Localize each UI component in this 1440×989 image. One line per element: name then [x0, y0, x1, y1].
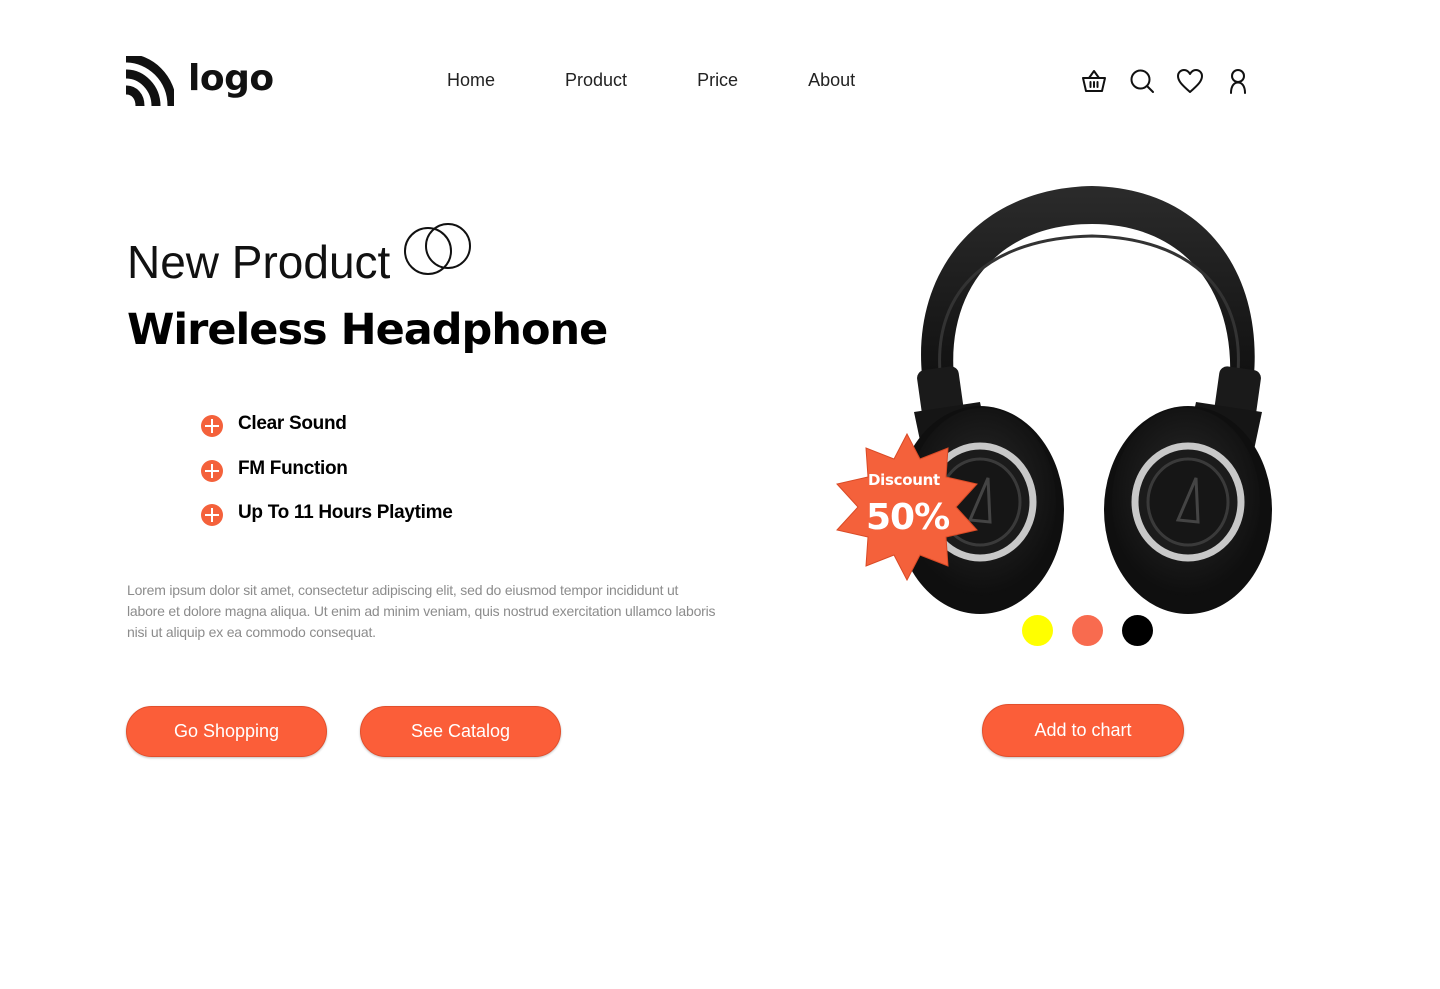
feature-text: Up To 11 Hours Playtime	[238, 502, 453, 524]
color-swatch-black[interactable]	[1122, 615, 1153, 646]
color-swatches	[1022, 615, 1153, 646]
logo-mark-icon	[125, 56, 174, 106]
feature-text: Clear Sound	[238, 413, 347, 435]
plus-icon	[201, 459, 223, 482]
nav-home[interactable]: Home	[447, 68, 495, 92]
plus-icon	[201, 504, 223, 527]
hero-subtitle: New Product	[127, 236, 391, 288]
discount-value: 50%	[866, 497, 950, 538]
hero-title: Wireless Headphone	[127, 305, 608, 355]
see-catalog-button[interactable]: See Catalog	[360, 706, 561, 757]
rings-icon	[404, 223, 472, 275]
feature-list: Clear Sound FM Function Up To 11 Hours P…	[201, 402, 453, 536]
feature-text: FM Function	[238, 457, 348, 479]
heart-icon[interactable]	[1176, 66, 1204, 96]
go-shopping-button[interactable]: Go Shopping	[126, 706, 327, 757]
logo-text: logo	[188, 58, 274, 99]
product-description: Lorem ipsum dolor sit amet, consectetur …	[127, 582, 716, 640]
color-swatch-yellow[interactable]	[1022, 615, 1053, 646]
logo[interactable]: logo	[124, 56, 274, 106]
hero-subtitle-row: New Product	[127, 223, 474, 288]
header-actions	[1080, 66, 1252, 96]
basket-icon[interactable]	[1080, 66, 1108, 96]
plus-icon	[201, 415, 223, 438]
main-nav: Home Product Price About	[447, 68, 855, 92]
nav-product[interactable]: Product	[565, 68, 627, 92]
feature-item: Up To 11 Hours Playtime	[201, 491, 453, 536]
feature-item: Clear Sound	[201, 402, 452, 447]
search-icon[interactable]	[1128, 66, 1156, 96]
user-icon[interactable]	[1224, 66, 1252, 96]
feature-item: FM Function	[201, 447, 452, 492]
nav-price[interactable]: Price	[697, 68, 738, 92]
discount-label: Discount	[868, 471, 940, 489]
color-swatch-coral[interactable]	[1072, 615, 1103, 646]
add-to-cart-button[interactable]: Add to chart	[982, 704, 1184, 757]
nav-about[interactable]: About	[808, 68, 855, 92]
